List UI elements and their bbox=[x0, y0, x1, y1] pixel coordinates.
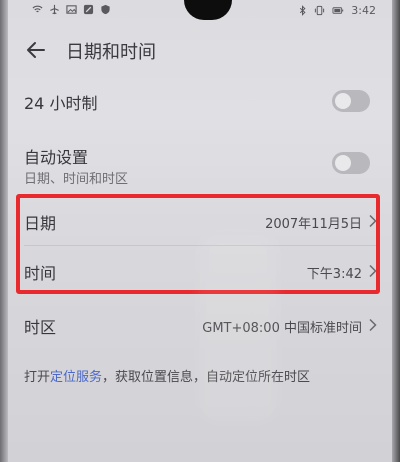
app-bar: 日期和时间 bbox=[8, 32, 392, 68]
toggle-knob bbox=[335, 93, 351, 109]
setting-24-hour-label: 24 小时制 bbox=[24, 94, 98, 113]
back-arrow-icon[interactable] bbox=[22, 36, 50, 64]
screen: 3:42 日期和时间 24 小时制 自动设置 日期、时间和时区 日期 2007年… bbox=[8, 0, 392, 462]
status-bar: 3:42 bbox=[32, 4, 376, 20]
phone-device: 3:42 日期和时间 24 小时制 自动设置 日期、时间和时区 日期 2007年… bbox=[0, 0, 400, 462]
airplane-icon bbox=[50, 4, 59, 15]
setting-auto-label: 自动设置 bbox=[24, 148, 89, 167]
shield-icon bbox=[101, 4, 110, 15]
status-time: 3:42 bbox=[351, 4, 376, 17]
wifi-icon bbox=[32, 5, 43, 13]
vibrate-icon bbox=[315, 5, 325, 16]
status-right: 3:42 bbox=[297, 4, 376, 17]
image-icon bbox=[66, 5, 77, 14]
app-icon bbox=[83, 4, 94, 15]
note-prefix: 打开 bbox=[24, 370, 51, 385]
toggle-auto[interactable] bbox=[332, 152, 370, 174]
page-title: 日期和时间 bbox=[66, 42, 156, 63]
toggle-24-hour[interactable] bbox=[332, 90, 370, 112]
screen-glare bbox=[198, 232, 278, 422]
location-service-link[interactable]: 定位服务 bbox=[50, 370, 102, 385]
battery-icon bbox=[332, 7, 344, 14]
bluetooth-icon bbox=[300, 5, 306, 16]
setting-timezone-label: 时区 bbox=[24, 318, 57, 337]
status-left bbox=[32, 4, 111, 15]
setting-auto-subtitle: 日期、时间和时区 bbox=[24, 172, 129, 187]
setting-24-hour[interactable]: 24 小时制 bbox=[8, 84, 392, 118]
setting-auto[interactable]: 自动设置 日期、时间和时区 bbox=[8, 140, 392, 190]
chevron-right-icon bbox=[369, 318, 377, 332]
toggle-knob bbox=[335, 155, 351, 171]
